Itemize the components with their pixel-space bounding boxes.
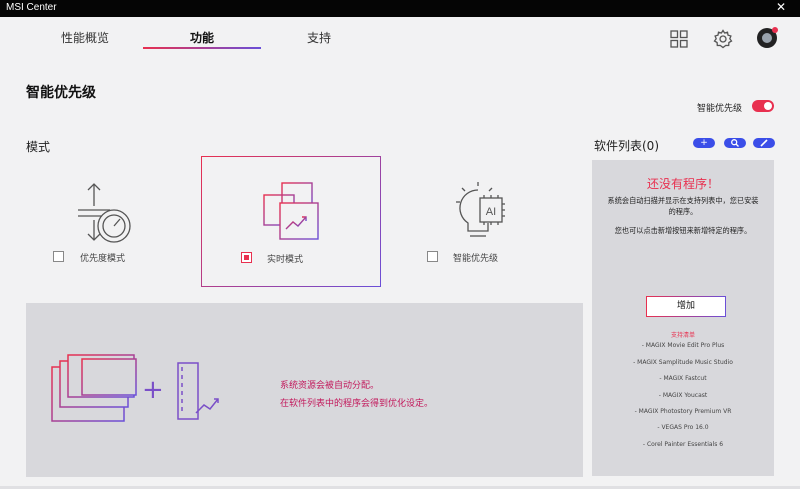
supported-item: - MAGIX Photostory Premium VR [634, 408, 732, 415]
mode-label-priority: 优先度模式 [80, 254, 126, 264]
info-line-2: 在软件列表中的程序会得到优化设定。 [280, 399, 434, 409]
grid-icon[interactable] [668, 28, 690, 50]
empty-list-title: 还没有程序！ [646, 177, 719, 191]
realtime-icon [263, 182, 319, 240]
avatar-face [762, 33, 772, 43]
mode-card-smart[interactable]: AI 智能优先级 [400, 156, 578, 286]
active-tab-indicator [143, 47, 261, 49]
title-bar: MSI Center ✕ [0, 0, 800, 17]
supported-item: - MAGIX Samplitude Music Studio [633, 359, 733, 366]
mode-info-panel: + 系统资源会被自动分配。 在软件列表中的程序会得到优化设定。 [26, 303, 583, 477]
ai-bulb-icon: AI [456, 182, 505, 237]
windows-stack-icon [51, 354, 137, 422]
empty-list-desc-2: 您也可以点击新增按钮来新增特定的程序。 [614, 226, 752, 235]
supported-item: - MAGIX Youcast [658, 392, 708, 399]
mode-label-realtime: 实时模式 [267, 255, 304, 265]
mode-checkbox-priority[interactable] [53, 251, 64, 262]
pencil-icon [760, 139, 768, 147]
tab-features[interactable]: 功能 [143, 29, 261, 46]
add-program-button[interactable]: 增加 [646, 296, 726, 317]
plus-icon: + [700, 138, 708, 148]
tab-support[interactable]: 支持 [260, 29, 378, 46]
supported-item: - VEGAS Pro 16.0 [657, 424, 709, 431]
empty-list-desc-1: 系统会自动扫描并显示在支持列表中，您已安装的程序。 [607, 196, 759, 216]
software-list-title: 软件列表(0) [594, 139, 659, 153]
add-software-button[interactable]: + [693, 138, 715, 148]
tab-performance-overview[interactable]: 性能概览 [26, 29, 144, 46]
mode-checkbox-smart[interactable] [427, 251, 438, 262]
film-chart-icon [177, 362, 219, 420]
supported-item: - MAGIX Movie Edit Pro Plus [641, 342, 725, 349]
edit-software-button[interactable] [753, 138, 775, 148]
avatar[interactable] [757, 27, 778, 48]
mode-section-label: 模式 [26, 140, 51, 154]
smart-priority-toggle[interactable] [752, 100, 774, 112]
info-line-1: 系统资源会被自动分配。 [280, 381, 380, 391]
supported-item: - Corel Painter Essentials 6 [642, 441, 724, 448]
plus-sign: + [142, 375, 164, 405]
priority-speed-icon [78, 183, 131, 243]
svg-text:AI: AI [486, 206, 496, 218]
supported-item: - MAGIX Fastcut [659, 375, 707, 382]
page-title: 智能优先级 [26, 85, 96, 101]
mode-label-smart: 智能优先级 [453, 254, 499, 264]
close-icon[interactable]: ✕ [776, 0, 786, 14]
supported-list-title: 支持清单 [670, 332, 695, 339]
notification-dot [772, 27, 778, 33]
software-list-panel: 还没有程序！ 系统会自动扫描并显示在支持列表中，您已安装的程序。 您也可以点击新… [592, 160, 774, 476]
search-icon [731, 139, 739, 147]
mode-checkbox-realtime[interactable] [241, 252, 252, 263]
mode-card-priority[interactable]: 优先度模式 [26, 156, 204, 286]
gear-icon[interactable] [712, 28, 734, 50]
app-title: MSI Center [6, 2, 57, 13]
toggle-label: 智能优先级 [697, 104, 743, 114]
search-software-button[interactable] [724, 138, 746, 148]
mode-card-realtime[interactable]: 实时模式 [201, 156, 381, 287]
